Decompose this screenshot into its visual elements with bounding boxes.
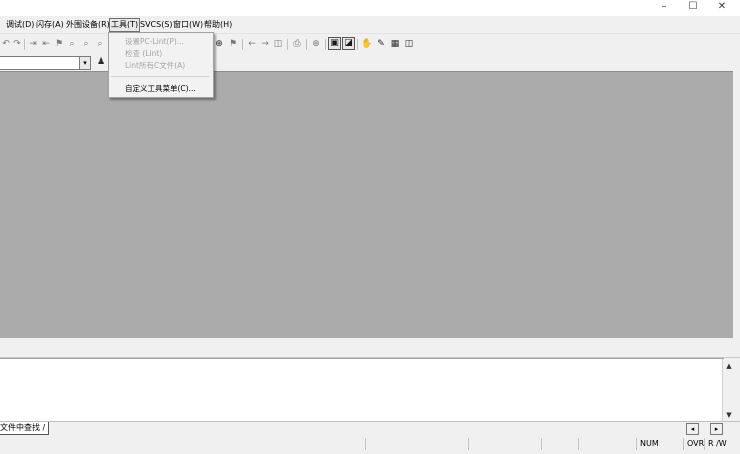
menu-item-lint-all[interactable]: Lint所有C文件(A) — [125, 60, 185, 71]
scroll-up-icon[interactable]: ▲ — [723, 361, 735, 372]
menu-help[interactable]: 帮助(H) — [203, 19, 233, 31]
menu-item-setup-pclint[interactable]: 设置PC-Lint(P)... — [125, 36, 184, 47]
find-next-icon[interactable]: ⌕ — [80, 38, 92, 50]
edit-icon[interactable]: ✎ — [375, 38, 387, 50]
output-tabs: 文件中查找 / ◂ ▸ — [0, 421, 740, 436]
status-panel — [468, 438, 542, 450]
status-ovr: OVR — [683, 438, 705, 450]
user-icon[interactable]: ♟ — [95, 56, 107, 68]
find-icon[interactable]: ⌕ — [94, 38, 106, 50]
panel-splitter[interactable] — [0, 338, 740, 358]
mdi-workspace — [0, 71, 733, 338]
find-prev-icon[interactable]: ⌕ — [66, 38, 78, 50]
status-panel — [578, 438, 637, 450]
tab-find-in-files[interactable]: 文件中查找 / — [0, 422, 50, 435]
output-vertical-scrollbar[interactable]: ▲ ▼ — [722, 359, 735, 422]
back-icon[interactable]: ← — [246, 38, 258, 50]
toggle-view-icon[interactable]: ▣ — [328, 37, 341, 50]
toolbar-separator — [24, 39, 25, 50]
menu-peripherals[interactable]: 外围设备(R) — [65, 19, 111, 31]
maximize-button[interactable]: ☐ — [679, 0, 707, 16]
menu-item-customize-tools[interactable]: 自定义工具菜单(C)... — [125, 83, 196, 94]
toolbar-separator — [306, 39, 307, 50]
scroll-right-icon[interactable]: ▸ — [710, 423, 723, 435]
bookmark-icon[interactable]: ⚑ — [53, 38, 65, 50]
combo-dropdown-arrow-icon[interactable]: ▾ — [79, 57, 90, 69]
toggle-window-icon[interactable]: ◪ — [342, 37, 355, 50]
grid-icon[interactable]: ▦ — [389, 38, 401, 50]
status-panel — [365, 438, 469, 450]
zoom-icon[interactable]: ⊕ — [310, 38, 322, 50]
forward-icon[interactable]: → — [259, 38, 271, 50]
tools-dropdown-menu: 设置PC-Lint(P)... 检查 (Lint) Lint所有C文件(A) 自… — [108, 32, 214, 98]
scroll-down-icon[interactable]: ▼ — [723, 410, 735, 421]
window-icon[interactable]: ◫ — [403, 38, 415, 50]
redo-icon[interactable]: ↷ — [11, 38, 23, 50]
toolbar-separator — [242, 39, 243, 50]
scroll-left-icon[interactable]: ◂ — [686, 423, 699, 435]
status-rw: R /W — [704, 438, 736, 450]
minimize-button[interactable]: – — [650, 0, 678, 16]
window-icon[interactable]: ◫ — [272, 38, 284, 50]
menu-flash[interactable]: 闪存(A) — [35, 19, 65, 31]
menu-tools[interactable]: 工具(T) — [109, 18, 141, 32]
output-horizontal-scrollbar[interactable]: ◂ ▸ — [686, 423, 723, 435]
target-combo[interactable]: ▾ — [0, 56, 91, 70]
indent-icon[interactable]: ⇥ — [27, 38, 39, 50]
menu-debug[interactable]: 调试(D) — [5, 19, 35, 31]
workspace-border — [733, 71, 740, 337]
toolbar-separator — [357, 39, 358, 50]
zoom-icon[interactable]: ⊕ — [213, 38, 225, 50]
menu-window[interactable]: 窗口(W) — [172, 19, 204, 31]
status-panel — [541, 438, 579, 450]
menu-separator — [111, 76, 209, 77]
toolbar-separator — [325, 39, 326, 50]
toolbar-separator — [287, 39, 288, 50]
title-bar: – ☐ ✕ — [0, 0, 740, 16]
outdent-icon[interactable]: ⇤ — [40, 38, 52, 50]
print-icon[interactable]: ⎙ — [291, 38, 303, 50]
status-num: NUM — [636, 438, 684, 450]
status-bar: NUM OVR R /W — [0, 436, 740, 454]
close-button[interactable]: ✕ — [708, 0, 736, 16]
menu-item-lint[interactable]: 检查 (Lint) — [125, 48, 162, 59]
output-panel — [0, 358, 724, 422]
hand-icon[interactable]: ✋ — [361, 38, 373, 50]
menu-svcs[interactable]: SVCS(S) — [139, 19, 174, 31]
bookmark-icon[interactable]: ⚑ — [227, 38, 239, 50]
